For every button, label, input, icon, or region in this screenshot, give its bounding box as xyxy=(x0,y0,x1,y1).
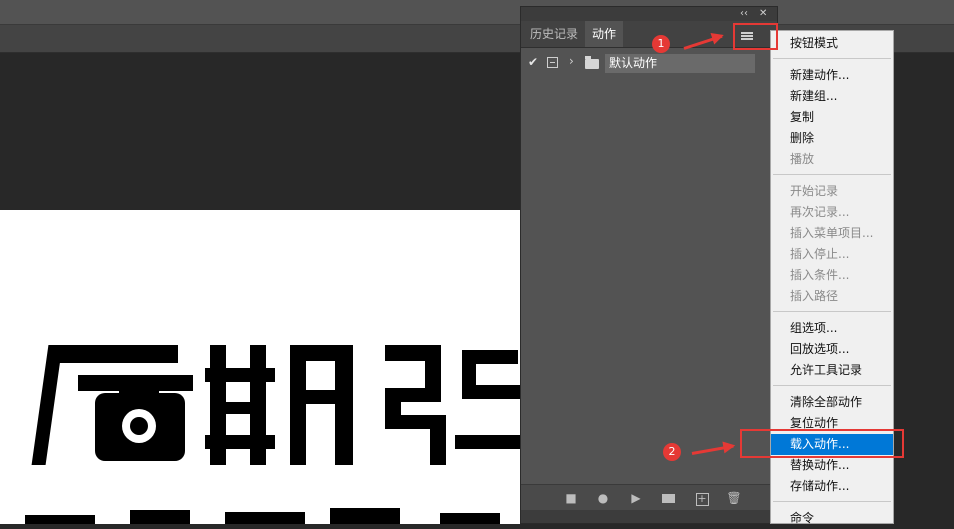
play-icon[interactable]: ▶ xyxy=(628,490,644,506)
stop-icon[interactable]: ■ xyxy=(563,490,579,506)
collapse-icon[interactable]: ‹‹ xyxy=(740,7,748,21)
menu-item-insert-stop[interactable]: 插入停止... xyxy=(771,244,893,265)
chevron-right-icon[interactable]: › xyxy=(569,54,574,68)
menu-item-duplicate[interactable]: 复制 xyxy=(771,107,893,128)
annotation-box-2 xyxy=(740,429,904,458)
menu-item-clear-all-actions[interactable]: 清除全部动作 xyxy=(771,392,893,413)
menu-item-new-set[interactable]: 新建组... xyxy=(771,86,893,107)
panel-footer: ■ ● ▶ + 🗑 xyxy=(521,484,777,511)
action-set-name[interactable]: 默认动作 xyxy=(605,54,755,73)
app-top-bar xyxy=(0,0,954,25)
panel-header: ‹‹ ✕ xyxy=(521,7,777,21)
menu-item-save-actions[interactable]: 存储动作... xyxy=(771,476,893,497)
menu-item-allow-tool-recording[interactable]: 允许工具记录 xyxy=(771,360,893,381)
menu-item-play[interactable]: 播放 xyxy=(771,149,893,170)
menu-item-insert-conditional[interactable]: 插入条件... xyxy=(771,265,893,286)
menu-item-button-mode[interactable]: 按钮模式 xyxy=(771,33,893,54)
menu-item-playback-options[interactable]: 回放选项... xyxy=(771,339,893,360)
checkmark-icon[interactable]: ✔ xyxy=(528,55,538,69)
panel-bottom-strip xyxy=(521,510,777,523)
action-set-row[interactable]: ✔ › 默认动作 xyxy=(521,51,777,75)
document-canvas[interactable] xyxy=(0,210,530,524)
annotation-badge-1: 1 xyxy=(652,35,670,53)
trash-icon[interactable]: 🗑 xyxy=(726,490,742,506)
new-action-icon[interactable]: + xyxy=(694,490,710,506)
menu-item-set-options[interactable]: 组选项... xyxy=(771,318,893,339)
menu-item-insert-path[interactable]: 插入路径 xyxy=(771,286,893,307)
tab-actions[interactable]: 动作 xyxy=(585,21,624,47)
record-icon[interactable]: ● xyxy=(595,490,611,506)
tab-history[interactable]: 历史记录 xyxy=(523,21,585,47)
menu-item-replace-actions[interactable]: 替换动作... xyxy=(771,455,893,476)
menu-item-record-again[interactable]: 再次记录... xyxy=(771,202,893,223)
menu-separator xyxy=(773,385,891,386)
close-icon[interactable]: ✕ xyxy=(759,7,767,21)
menu-separator xyxy=(773,501,891,502)
folder-icon[interactable] xyxy=(660,490,676,506)
menu-separator xyxy=(773,58,891,59)
dialog-toggle-icon[interactable] xyxy=(547,57,558,68)
menu-item-delete[interactable]: 删除 xyxy=(771,128,893,149)
menu-item-commands[interactable]: 命令 xyxy=(771,508,893,529)
menu-item-new-action[interactable]: 新建动作... xyxy=(771,65,893,86)
annotation-box-1 xyxy=(733,23,778,50)
menu-item-insert-menu-item[interactable]: 插入菜单项目... xyxy=(771,223,893,244)
menu-separator xyxy=(773,311,891,312)
menu-item-start-recording[interactable]: 开始记录 xyxy=(771,181,893,202)
menu-separator xyxy=(773,174,891,175)
camera-icon xyxy=(95,381,185,461)
folder-icon xyxy=(585,56,599,69)
annotation-badge-2: 2 xyxy=(663,443,681,461)
